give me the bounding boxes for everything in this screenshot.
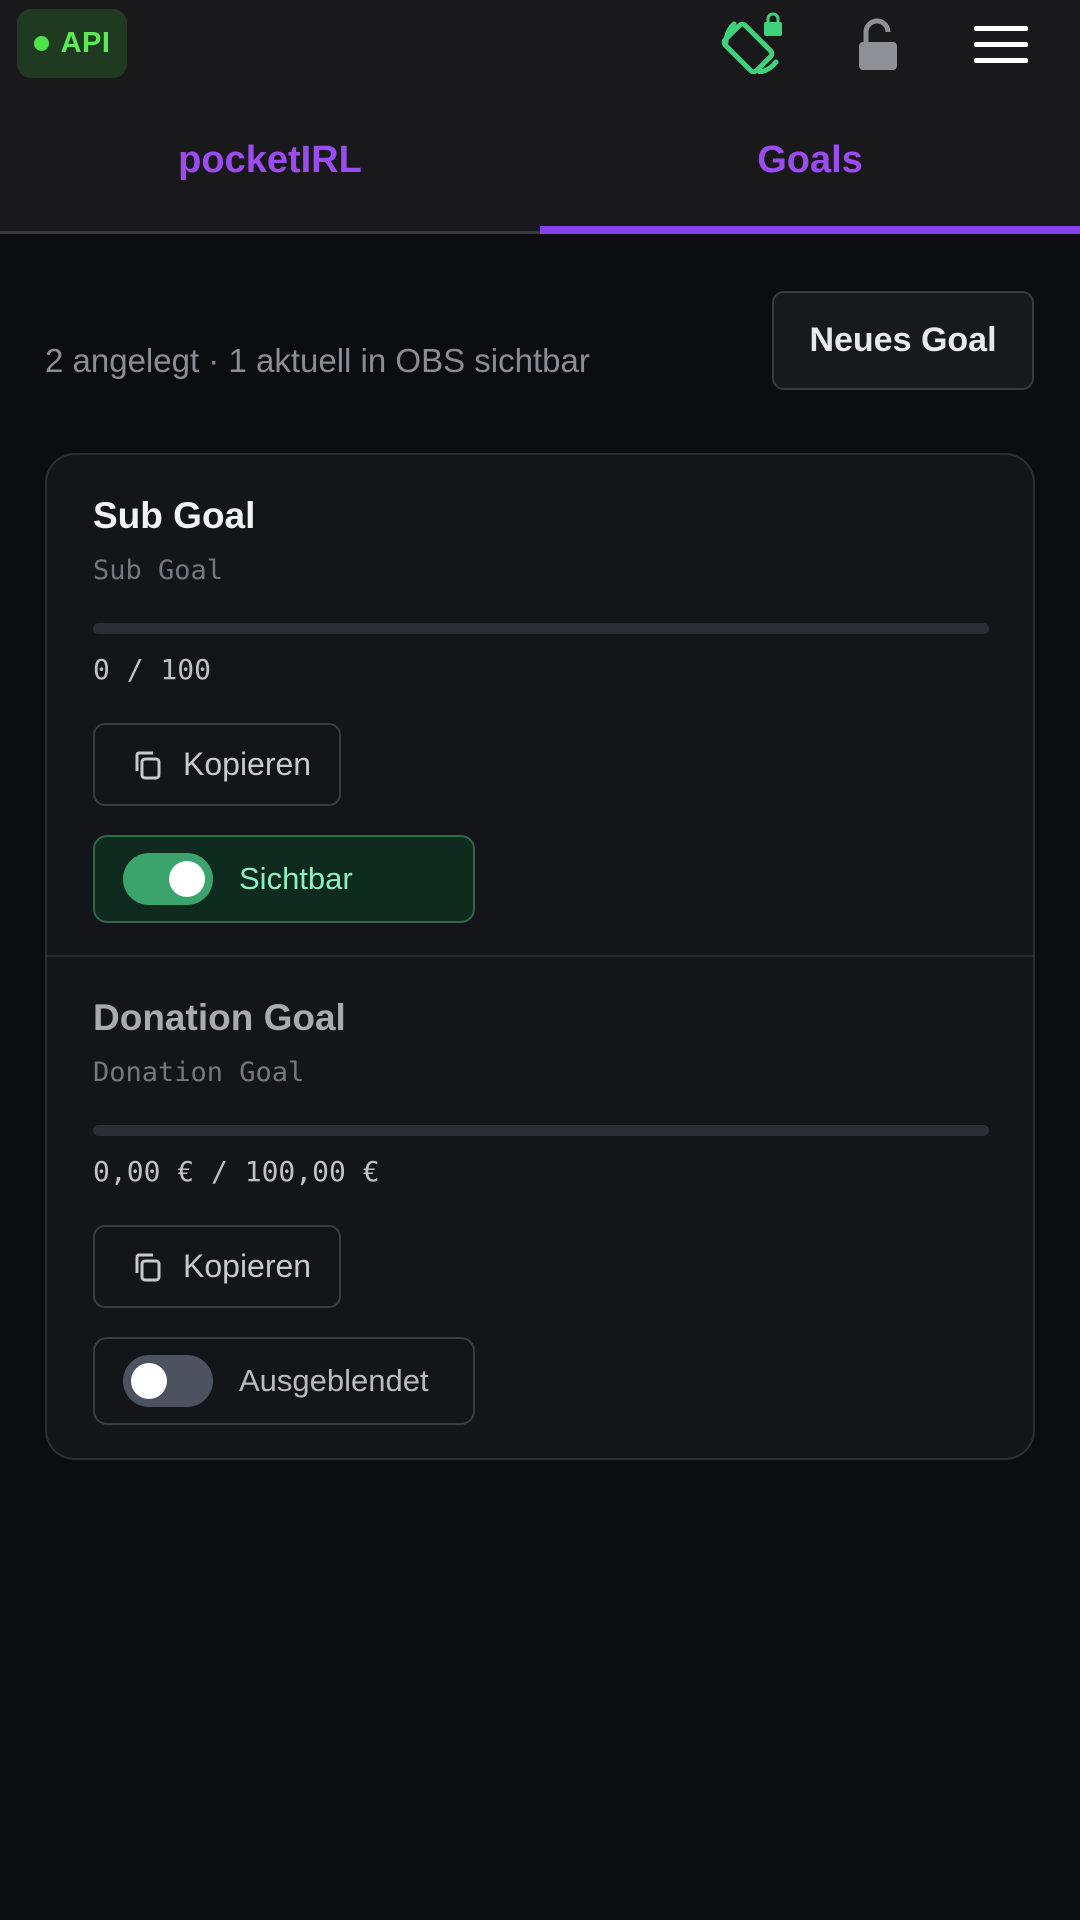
goal-progress-bar [93, 623, 989, 634]
visibility-toggle[interactable]: Sichtbar [93, 835, 475, 923]
toggle-knob [169, 861, 205, 897]
copy-icon [135, 1253, 161, 1281]
api-status-label: API [60, 27, 111, 59]
goal-subtitle: Donation Goal [93, 1057, 305, 1088]
copy-button-label: Kopieren [183, 1248, 312, 1284]
goal-title: Sub Goal [93, 495, 256, 536]
copy-button[interactable]: Kopieren [93, 723, 341, 806]
unlock-icon[interactable] [854, 18, 902, 72]
goal-amount: 0 / 100 [93, 653, 212, 686]
toggle-switch[interactable] [123, 1355, 213, 1407]
api-status-badge[interactable]: API [17, 9, 127, 78]
goals-summary-text: 2 angelegt · 1 aktuell in OBS sichtbar [45, 342, 590, 379]
copy-icon [135, 751, 161, 779]
api-status-dot [33, 36, 49, 51]
top-bar: API [0, 0, 1080, 90]
toggle-knob [131, 1363, 167, 1399]
copy-button[interactable]: Kopieren [93, 1225, 341, 1308]
goal-item: Donation Goal Donation Goal 0,00 € / 100… [47, 957, 1033, 1458]
goal-progress-bar [93, 1125, 989, 1136]
toggle-switch[interactable] [123, 853, 213, 905]
visibility-toggle-label: Sichtbar [239, 861, 353, 896]
tab-pocketirl[interactable]: pocketIRL [0, 90, 540, 231]
goal-subtitle: Sub Goal [93, 555, 224, 586]
copy-button-label: Kopieren [183, 746, 312, 782]
new-goal-button[interactable]: Neues Goal [772, 291, 1034, 390]
goal-amount: 0,00 € / 100,00 € [93, 1155, 380, 1188]
hamburger-menu-icon[interactable] [972, 22, 1030, 66]
tab-goals[interactable]: Goals [540, 90, 1080, 231]
tab-bar: pocketIRL Goals [0, 90, 1080, 234]
screen-rotation-lock-icon[interactable] [720, 12, 786, 74]
goals-list-card: Sub Goal Sub Goal 0 / 100 Kopieren Sicht… [45, 453, 1035, 1460]
visibility-toggle-label: Ausgeblendet [239, 1363, 429, 1398]
visibility-toggle[interactable]: Ausgeblendet [93, 1337, 475, 1425]
goal-title: Donation Goal [93, 997, 346, 1038]
goal-item: Sub Goal Sub Goal 0 / 100 Kopieren Sicht… [47, 455, 1033, 957]
active-tab-indicator [540, 226, 1080, 234]
